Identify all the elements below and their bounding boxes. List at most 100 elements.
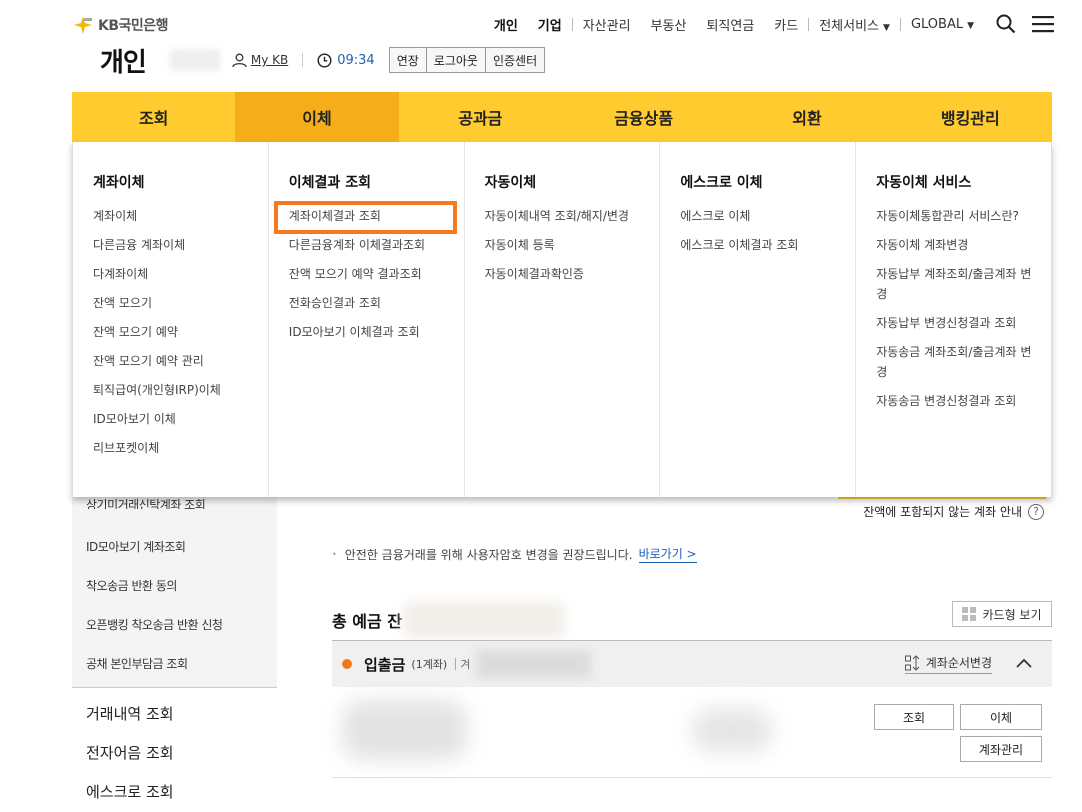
all-services-label: 전체서비스 — [819, 18, 880, 34]
logo-text: KB국민은행 — [98, 18, 169, 34]
menu-item[interactable]: 잔액 모으기 예약 — [93, 322, 268, 342]
menu-item[interactable]: 자동납부 변경신청결과 조회 — [876, 313, 1051, 333]
kb-star-icon — [72, 14, 94, 36]
extend-button[interactable]: 연장 — [388, 47, 427, 73]
divider — [302, 53, 304, 67]
menu-item[interactable]: 에스크로 이체 — [680, 206, 855, 226]
page-title: 개인 — [100, 47, 147, 78]
chevron-up-icon[interactable] — [1016, 657, 1032, 671]
menu-item[interactable]: 자동이체결과확인증 — [485, 264, 660, 284]
search-icon[interactable] — [996, 14, 1016, 34]
divider — [455, 658, 457, 670]
account-balance-blurred — [692, 708, 772, 753]
highlight-box — [273, 201, 457, 234]
menu-item[interactable]: 에스크로 이체결과 조회 — [680, 235, 855, 255]
sort-icon — [904, 654, 920, 671]
left-sub-label: 상기미거래신탁계좌 조회 — [86, 498, 206, 509]
transfer-mega-menu: 계좌이체 계좌이체 다른금융 계좌이체 다계좌이체 잔액 모으기 잔액 모으기 … — [72, 142, 1052, 497]
user-name-blurred — [169, 49, 220, 71]
menu-item[interactable]: 전화승인결과 조회 — [289, 293, 464, 313]
menu-item[interactable]: 자동이체통합관리 서비스란? — [876, 206, 1051, 226]
cert-center-button[interactable]: 인증센터 — [485, 47, 546, 73]
left-sub-item[interactable]: 상기미거래신탁계좌 조회 — [72, 497, 277, 509]
logout-button[interactable]: 로그아웃 — [426, 47, 486, 73]
inquiry-button[interactable]: 조회 — [874, 704, 954, 730]
menu-column-auto-transfer-service: 자동이체 서비스 자동이체통합관리 서비스란? 자동이체 계좌변경 자동납부 계… — [856, 142, 1051, 497]
total-balance: 총 예금 잔 — [332, 602, 565, 638]
menu-item[interactable]: ID모아보기 이체 — [93, 409, 268, 429]
menu-item[interactable]: 자동송금 변경신청결과 조회 — [876, 391, 1051, 411]
mykb-link[interactable]: My KB — [232, 53, 288, 68]
menu-column-account-transfer: 계좌이체 계좌이체 다른금융 계좌이체 다계좌이체 잔액 모으기 잔액 모으기 … — [73, 142, 269, 497]
transfer-button[interactable]: 이체 — [960, 704, 1042, 730]
topnav-asset[interactable]: 자산관리 — [573, 15, 641, 34]
menu-item[interactable]: ID모아보기 이체결과 조회 — [289, 322, 464, 342]
topnav-personal[interactable]: 개인 — [484, 15, 528, 34]
menu-item[interactable]: 잔액 모으기 — [93, 293, 268, 313]
left-sub-item[interactable]: ID모아보기 계좌조회 — [72, 527, 277, 566]
password-notice: • 안전한 금융거래를 위해 사용자암호 변경을 권장드립니다. 바로가기 > — [332, 545, 697, 563]
left-navigation: 상기미거래신탁계좌 조회 ID모아보기 계좌조회 착오송금 반환 동의 오픈뱅킹… — [72, 497, 277, 811]
global-label: GLOBAL — [910, 16, 964, 32]
session-buttons: 연장 로그아웃 인증센터 — [388, 47, 546, 73]
menu-list: 계좌이체결과 조회 다른금융계좌 이체결과조회 잔액 모으기 예약 결과조회 전… — [273, 201, 464, 342]
menu-item[interactable]: 잔액 모으기 예약 관리 — [93, 351, 268, 371]
topnav-all-services[interactable]: 전체서비스 ▼ — [809, 15, 900, 34]
column-title: 이체결과 조회 — [288, 175, 371, 191]
menu-item[interactable]: 계좌이체 — [93, 206, 268, 226]
gnb-inquiry[interactable]: 조회 — [72, 92, 235, 142]
left-main-item[interactable]: 거래내역 조회 — [72, 694, 277, 733]
left-main-item[interactable]: 에스크로 조회 — [72, 772, 277, 811]
reorder-accounts-button[interactable]: 계좌순서변경 — [904, 654, 992, 674]
column-title: 자동이체 — [484, 175, 537, 191]
menu-item[interactable]: 다른금융 계좌이체 — [93, 235, 268, 255]
menu-item[interactable]: 자동송금 계좌조회/출금계좌 변경 — [876, 342, 1051, 382]
menu-item[interactable]: 자동납부 계좌조회/출금계좌 변경 — [876, 264, 1051, 304]
menu-item[interactable]: 자동이체 등록 — [485, 235, 660, 255]
gnb-fx[interactable]: 외환 — [725, 92, 888, 142]
column-title: 에스크로 이체 — [680, 175, 763, 191]
topnav-pension[interactable]: 퇴직연금 — [696, 15, 764, 34]
menu-list: 자동이체내역 조회/해지/변경 자동이체 등록 자동이체결과확인증 — [485, 206, 660, 284]
reorder-label: 계좌순서변경 — [925, 656, 992, 670]
topnav-card[interactable]: 카드 — [764, 15, 808, 34]
account-manage-button[interactable]: 계좌관리 — [960, 736, 1042, 762]
grid-icon — [962, 607, 977, 621]
menu-list: 계좌이체 다른금융 계좌이체 다계좌이체 잔액 모으기 잔액 모으기 예약 잔액… — [93, 206, 268, 458]
menu-item[interactable]: 잔액 모으기 예약 결과조회 — [289, 264, 464, 284]
left-sub-item[interactable]: 오픈뱅킹 착오송금 반환 신청 — [72, 605, 277, 644]
menu-list: 자동이체통합관리 서비스란? 자동이체 계좌변경 자동납부 계좌조회/출금계좌 … — [876, 206, 1051, 411]
password-notice-text: 안전한 금융거래를 위해 사용자암호 변경을 권장드립니다. — [344, 547, 633, 562]
gnb-products[interactable]: 금융상품 — [562, 92, 725, 142]
menu-item[interactable]: 퇴직급여(개인형IRP)이체 — [93, 380, 268, 400]
menu-item[interactable]: 다계좌이체 — [93, 264, 268, 284]
menu-item[interactable]: 자동이체내역 조회/해지/변경 — [485, 206, 660, 226]
group-dot — [342, 659, 352, 669]
card-view-button[interactable]: 카드형 보기 — [952, 601, 1052, 627]
column-title: 계좌이체 — [93, 175, 145, 191]
left-sub-item[interactable]: 착오송금 반환 동의 — [72, 566, 277, 605]
gnb-transfer[interactable]: 이체 — [235, 92, 399, 142]
divider — [332, 777, 1052, 778]
timer-value: 09:34 — [337, 52, 375, 68]
gnb-utility[interactable]: 공과금 — [399, 92, 562, 142]
hamburger-menu-icon[interactable] — [1032, 15, 1054, 33]
menu-item[interactable]: 다른금융계좌 이체결과조회 — [289, 235, 464, 255]
menu-item[interactable]: 리브포켓이체 — [93, 438, 268, 458]
topnav-realestate[interactable]: 부동산 — [641, 15, 697, 34]
account-amount-blurred — [476, 650, 592, 678]
kb-logo[interactable]: KB국민은행 — [72, 14, 169, 36]
left-sub-item[interactable]: 공채 본인부담금 조회 — [72, 644, 277, 683]
gnb-banking-mgmt[interactable]: 뱅킹관리 — [889, 92, 1052, 142]
menu-item[interactable]: 자동이체 계좌변경 — [876, 235, 1051, 255]
goto-link[interactable]: 바로가기 > — [638, 545, 697, 563]
left-sub-menu: 상기미거래신탁계좌 조회 ID모아보기 계좌조회 착오송금 반환 동의 오픈뱅킹… — [72, 497, 277, 688]
account-group-name: 입출금 — [364, 655, 406, 674]
topnav-global[interactable]: GLOBAL ▼ — [901, 17, 984, 32]
balance-excluded-notice[interactable]: 잔액에 포함되지 않는 계좌 안내 ? — [863, 503, 1044, 520]
caret-down-icon: ▼ — [883, 22, 890, 33]
top-navigation: 개인 기업 자산관리 부동산 퇴직연금 카드 전체서비스 ▼ GLOBAL ▼ — [484, 14, 1054, 34]
left-main-item[interactable]: 전자어음 조회 — [72, 733, 277, 772]
menu-item-highlighted[interactable]: 계좌이체결과 조회 — [273, 201, 464, 234]
topnav-business[interactable]: 기업 — [528, 15, 572, 34]
